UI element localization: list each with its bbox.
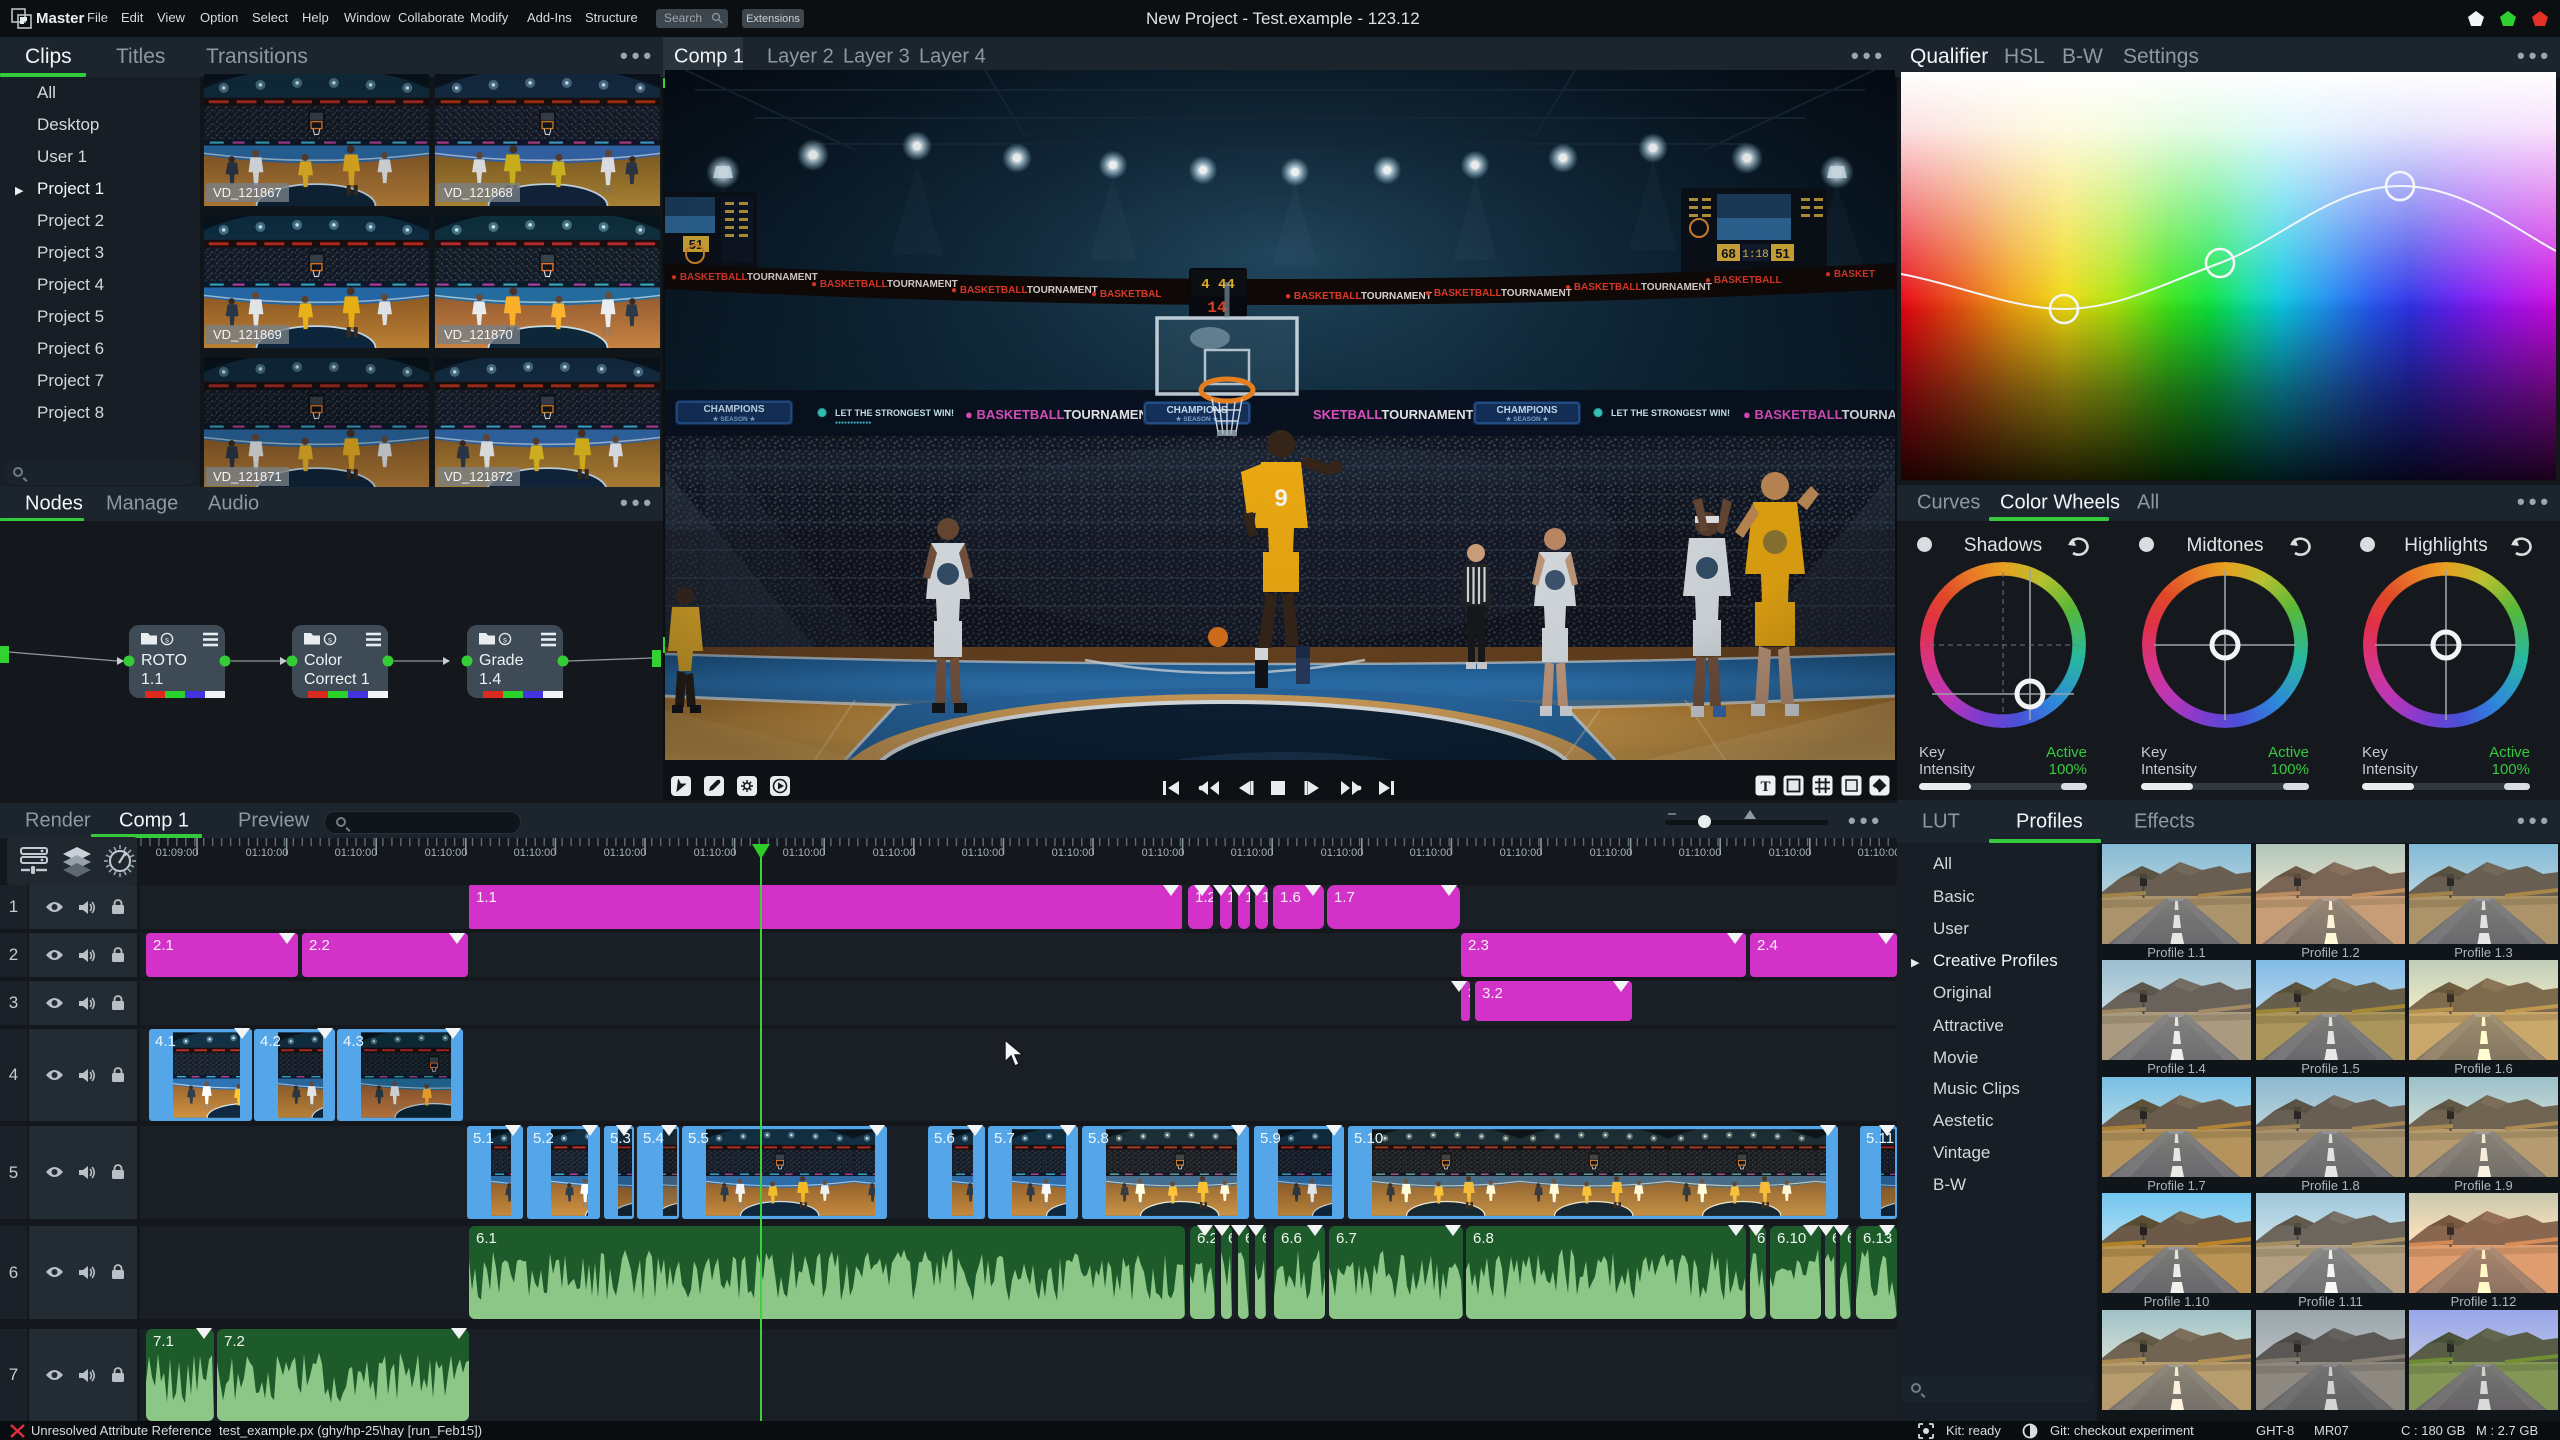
svg-text:ROTO: ROTO — [141, 652, 187, 669]
svg-text:s: s — [503, 636, 507, 645]
svg-text:Color: Color — [304, 652, 343, 669]
svg-text:1.1: 1.1 — [141, 671, 163, 688]
svg-text:T: T — [1760, 779, 1770, 795]
svg-text:1.4: 1.4 — [479, 671, 501, 688]
svg-text:Grade: Grade — [479, 652, 524, 669]
svg-text:s: s — [328, 636, 332, 645]
svg-text:Correct 1: Correct 1 — [304, 671, 370, 688]
svg-text:s: s — [165, 636, 169, 645]
